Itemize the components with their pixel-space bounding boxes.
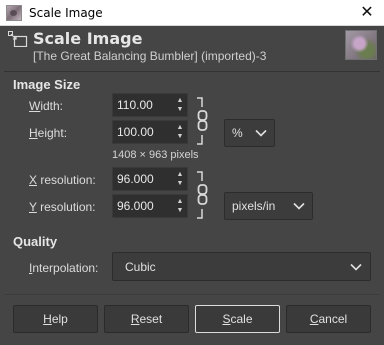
width-increment[interactable]: ▲ <box>177 96 184 105</box>
interpolation-label: Interpolation: <box>29 261 99 275</box>
y-resolution-decrement[interactable]: ▼ <box>177 206 184 215</box>
pixel-dimensions: 1408 × 963 pixels <box>112 149 199 161</box>
height-decrement[interactable]: ▼ <box>177 132 184 141</box>
y-resolution-spinbox[interactable]: ▲ ▼ <box>112 194 188 218</box>
height-input[interactable] <box>113 125 173 139</box>
title-bar: Scale Image ✕ <box>0 0 384 26</box>
x-resolution-input[interactable] <box>113 172 173 186</box>
quality-heading: Quality <box>13 234 58 249</box>
resolution-unit-value: pixels/in <box>232 199 276 213</box>
resolution-unit-select[interactable]: pixels/in <box>224 192 313 220</box>
chevron-down-icon <box>255 129 267 137</box>
window-title: Scale Image <box>29 5 103 20</box>
x-resolution-spinbox[interactable]: ▲ ▼ <box>112 167 188 191</box>
dialog-title: Scale Image <box>33 29 143 48</box>
close-button[interactable]: ✕ <box>356 3 378 23</box>
header-separator <box>4 71 380 72</box>
width-decrement[interactable]: ▼ <box>177 105 184 114</box>
button-separator <box>4 294 380 295</box>
x-resolution-increment[interactable]: ▲ <box>177 170 184 179</box>
chevron-down-icon <box>293 202 305 210</box>
x-resolution-label: X resolution: <box>29 173 96 187</box>
interpolation-value: Cubic <box>125 259 156 274</box>
height-increment[interactable]: ▲ <box>177 123 184 132</box>
reset-button[interactable]: Reset <box>104 305 189 333</box>
gimp-app-icon <box>6 4 22 21</box>
scale-button[interactable]: Scale <box>195 305 280 333</box>
size-unit-select[interactable]: % <box>224 119 275 147</box>
height-spinbox[interactable]: ▲ ▼ <box>112 120 188 144</box>
width-label: Width: <box>29 99 64 113</box>
image-name: [The Great Balancing Bumbler] (imported)… <box>33 49 267 63</box>
x-resolution-decrement[interactable]: ▼ <box>177 179 184 188</box>
chevron-down-icon <box>350 263 362 271</box>
cancel-button[interactable]: Cancel <box>286 305 371 333</box>
width-input[interactable] <box>113 98 173 112</box>
y-resolution-label: Y resolution: <box>29 200 96 214</box>
help-button[interactable]: Help <box>13 305 98 333</box>
y-resolution-increment[interactable]: ▲ <box>177 197 184 206</box>
size-unit-value: % <box>232 126 243 140</box>
interpolation-select[interactable]: Cubic <box>112 252 371 281</box>
height-label: Height: <box>29 126 68 140</box>
y-resolution-input[interactable] <box>113 199 173 213</box>
scale-image-icon <box>8 31 28 47</box>
size-chain-icon[interactable] <box>196 97 210 145</box>
dialog-header: Scale Image [The Great Balancing Bumbler… <box>0 26 384 68</box>
resolution-chain-icon[interactable] <box>196 171 210 219</box>
width-spinbox[interactable]: ▲ ▼ <box>112 93 188 117</box>
image-thumbnail <box>345 30 377 60</box>
image-size-heading: Image Size <box>13 77 81 92</box>
